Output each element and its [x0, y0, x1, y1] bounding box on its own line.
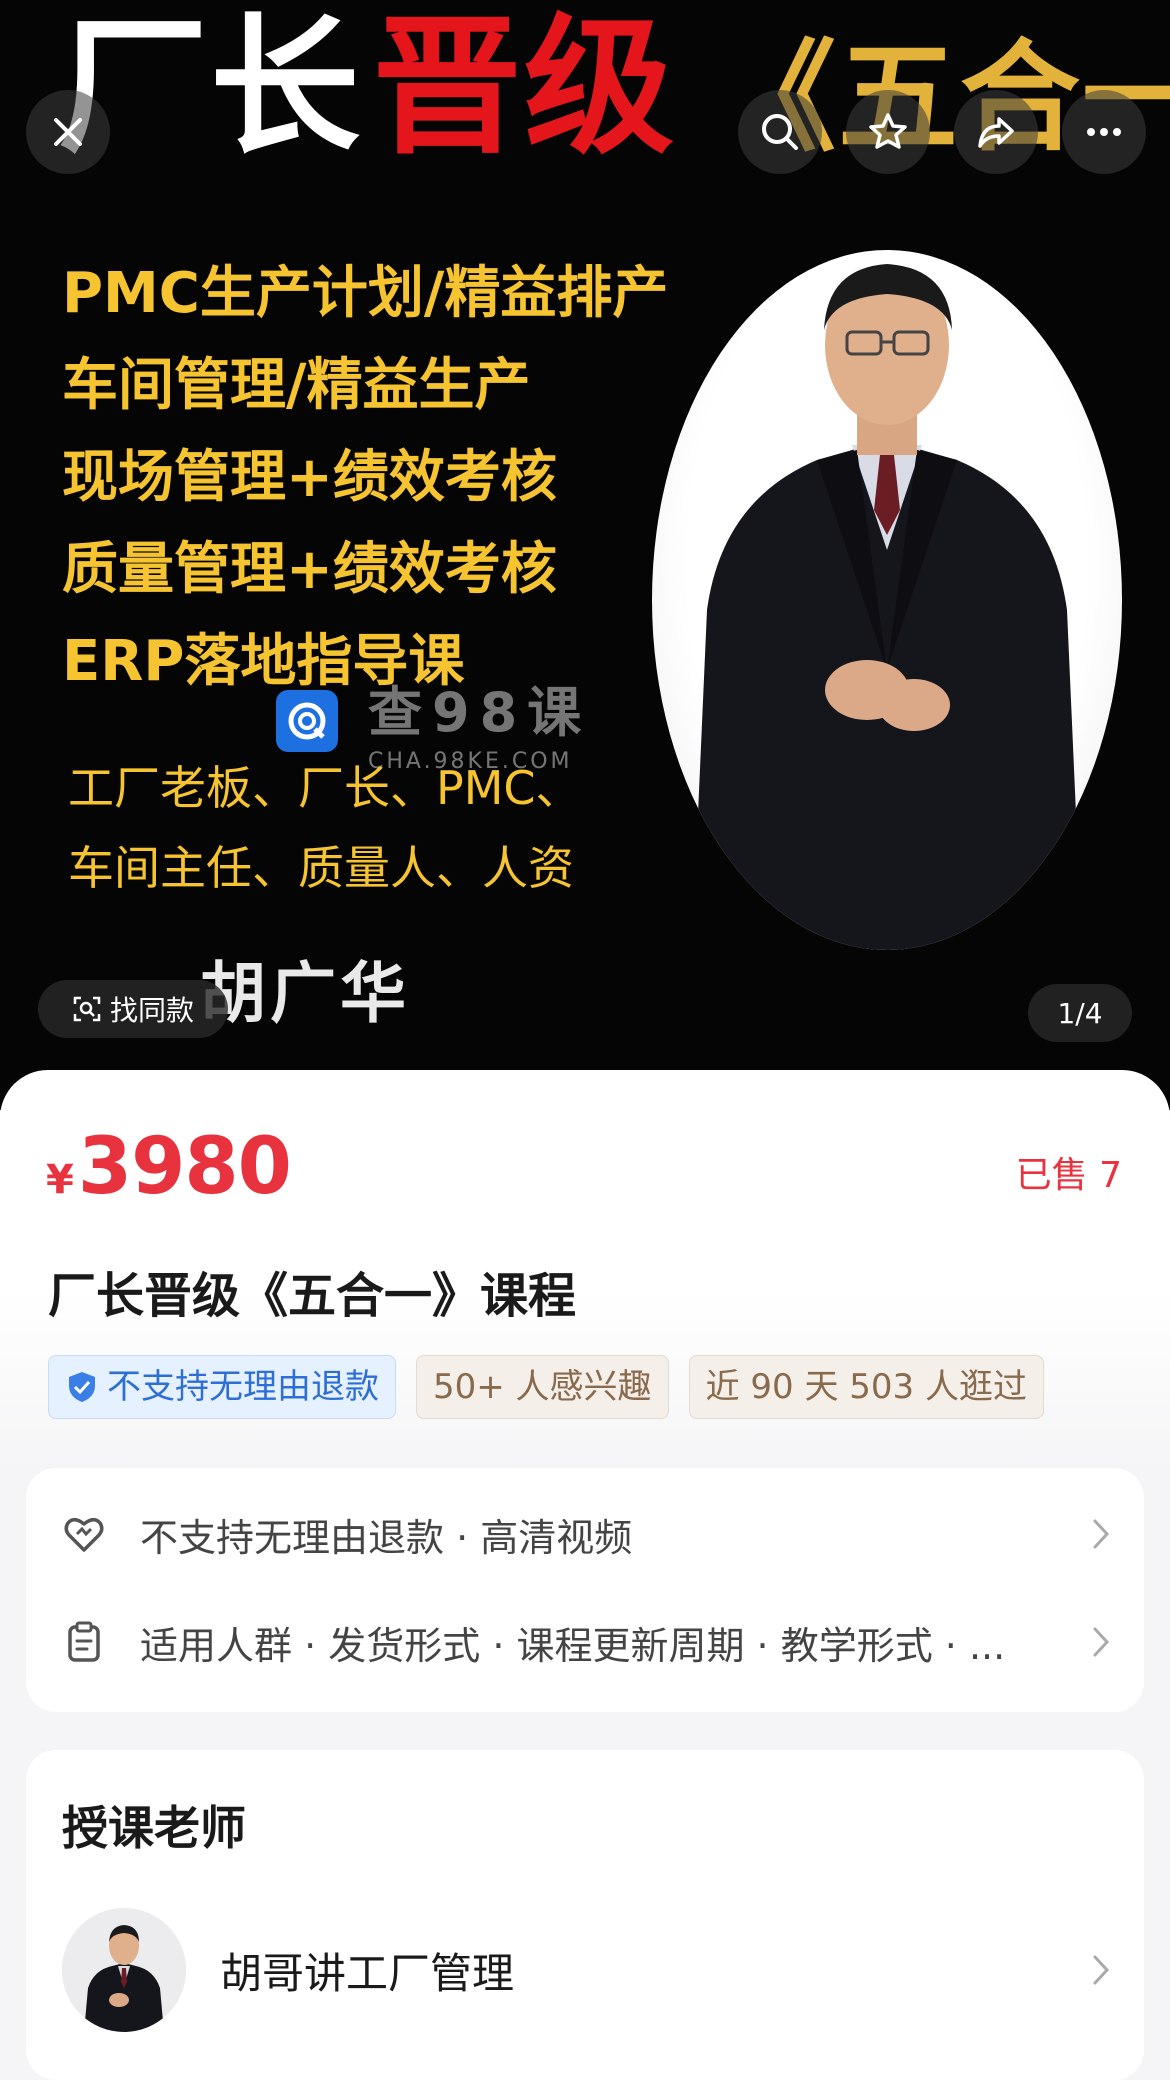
share-icon: [978, 117, 1014, 148]
hero-topic: 车间管理/精益生产: [62, 353, 531, 418]
chevron-right-icon: [1086, 1950, 1116, 1990]
interest-tag: 50+ 人感兴趣: [416, 1355, 669, 1419]
teacher-card: 授课老师 胡哥讲工厂管理: [26, 1750, 1144, 2080]
tag-label: 不支持无理由退款: [107, 1367, 379, 1407]
service-info-card: 不支持无理由退款 · 高清视频 适用人群 · 发货形式 · 课程更新周期 · 教…: [26, 1468, 1144, 1712]
product-tags: 不支持无理由退款 50+ 人感兴趣 近 90 天 503 人逛过: [48, 1355, 1064, 1419]
service-text: 适用人群 · 发货形式 · 课程更新周期 · 教学形式 · ...: [140, 1623, 1006, 1668]
hero-topic: 质量管理+绩效考核: [62, 537, 557, 602]
sold-count: 已售 7: [1015, 1155, 1122, 1196]
hero-audience-line: 车间主任、质量人、人资: [68, 841, 574, 895]
hero-teacher-name: 胡广华: [200, 955, 410, 1032]
favorite-icon: [869, 113, 907, 149]
scan-icon: [73, 996, 101, 1022]
teacher-row[interactable]: 胡哥讲工厂管理: [62, 1906, 1116, 2034]
heart-shield-icon: [60, 1510, 108, 1558]
hero-title-red: 晋级: [372, 1, 677, 175]
product-info-card: ¥ 3980 已售 7 厂长晋级《五合一》课程 不支持无理由退款 50+ 人感兴…: [0, 1070, 1170, 1470]
price-value: 3980: [77, 1122, 292, 1212]
search-icon: [762, 114, 798, 150]
watermark-text: 查98课: [368, 681, 592, 744]
search-button[interactable]: [738, 90, 822, 174]
clipboard-icon: [60, 1618, 108, 1666]
teacher-avatar: [62, 1908, 186, 2032]
close-button[interactable]: [26, 90, 110, 174]
price: ¥ 3980: [46, 1122, 292, 1212]
service-text: 不支持无理由退款 · 高清视频: [140, 1515, 633, 1560]
refund-policy-tag[interactable]: 不支持无理由退款: [48, 1355, 396, 1419]
shield-check-icon: [69, 1372, 95, 1402]
product-title: 厂长晋级《五合一》课程: [48, 1268, 577, 1324]
find-similar-label: 找同款: [109, 994, 194, 1027]
hero-audience-line: 工厂老板、厂长、PMC、: [68, 761, 582, 815]
chevron-right-icon: [1086, 1514, 1116, 1554]
chevron-right-icon: [1086, 1622, 1116, 1662]
favorite-button[interactable]: [846, 90, 930, 174]
find-similar-button[interactable]: 找同款: [38, 980, 228, 1038]
currency-symbol: ¥: [46, 1157, 74, 1203]
more-icon: [1087, 128, 1121, 136]
image-page-indicator: 1/4: [1028, 984, 1132, 1042]
watermark-logo-icon: [276, 690, 338, 752]
close-icon: [54, 118, 82, 146]
hero-topic: PMC生产计划/精益排产: [62, 261, 669, 326]
product-image-carousel[interactable]: 厂长晋级《五合一》 PMC生产计划/精益排产 车间管理/精益生产 现场管理+绩效…: [0, 0, 1170, 1110]
share-button[interactable]: [954, 90, 1038, 174]
teacher-section-title: 授课老师: [62, 1801, 246, 1855]
teacher-portrait: [652, 250, 1122, 950]
hero-audience: 工厂老板、厂长、PMC、 车间主任、质量人、人资: [68, 748, 582, 908]
teacher-name: 胡哥讲工厂管理: [220, 1948, 515, 1998]
hero-topic: 现场管理+绩效考核: [62, 445, 557, 510]
views-tag: 近 90 天 503 人逛过: [688, 1355, 1044, 1419]
service-row-refund[interactable]: 不支持无理由退款 · 高清视频: [60, 1504, 1116, 1564]
service-row-details[interactable]: 适用人群 · 发货形式 · 课程更新周期 · 教学形式 · ...: [60, 1612, 1116, 1672]
hero-topic-list: PMC生产计划/精益排产 车间管理/精益生产 现场管理+绩效考核 质量管理+绩效…: [62, 248, 668, 708]
more-button[interactable]: [1062, 90, 1146, 174]
